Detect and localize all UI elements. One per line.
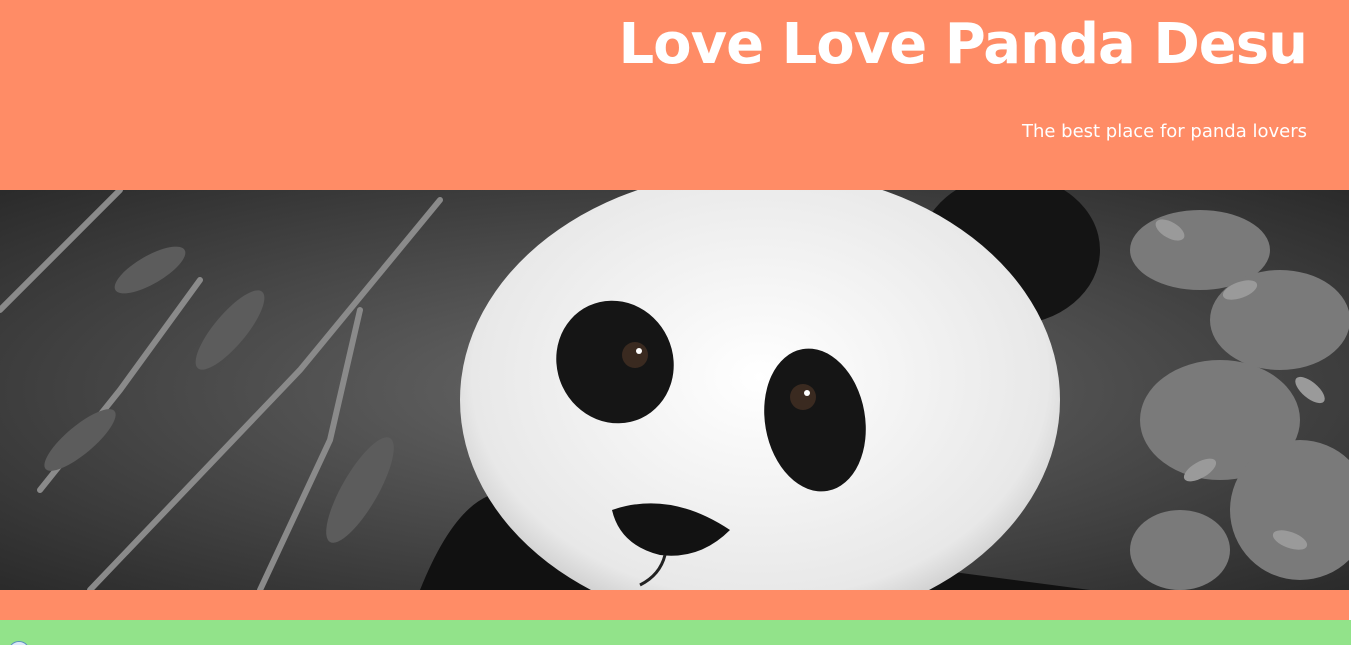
site-tagline: The best place for panda lovers — [1021, 121, 1307, 142]
globe-icon[interactable] — [8, 641, 30, 645]
navigation-bar — [0, 620, 1351, 645]
header-bottom-band — [0, 590, 1349, 620]
panda-photo-icon — [0, 190, 1349, 590]
site-header: Love Love Panda Desu The best place for … — [0, 0, 1349, 190]
hero-panda-image — [0, 190, 1349, 590]
site-title[interactable]: Love Love Panda Desu — [618, 10, 1308, 80]
